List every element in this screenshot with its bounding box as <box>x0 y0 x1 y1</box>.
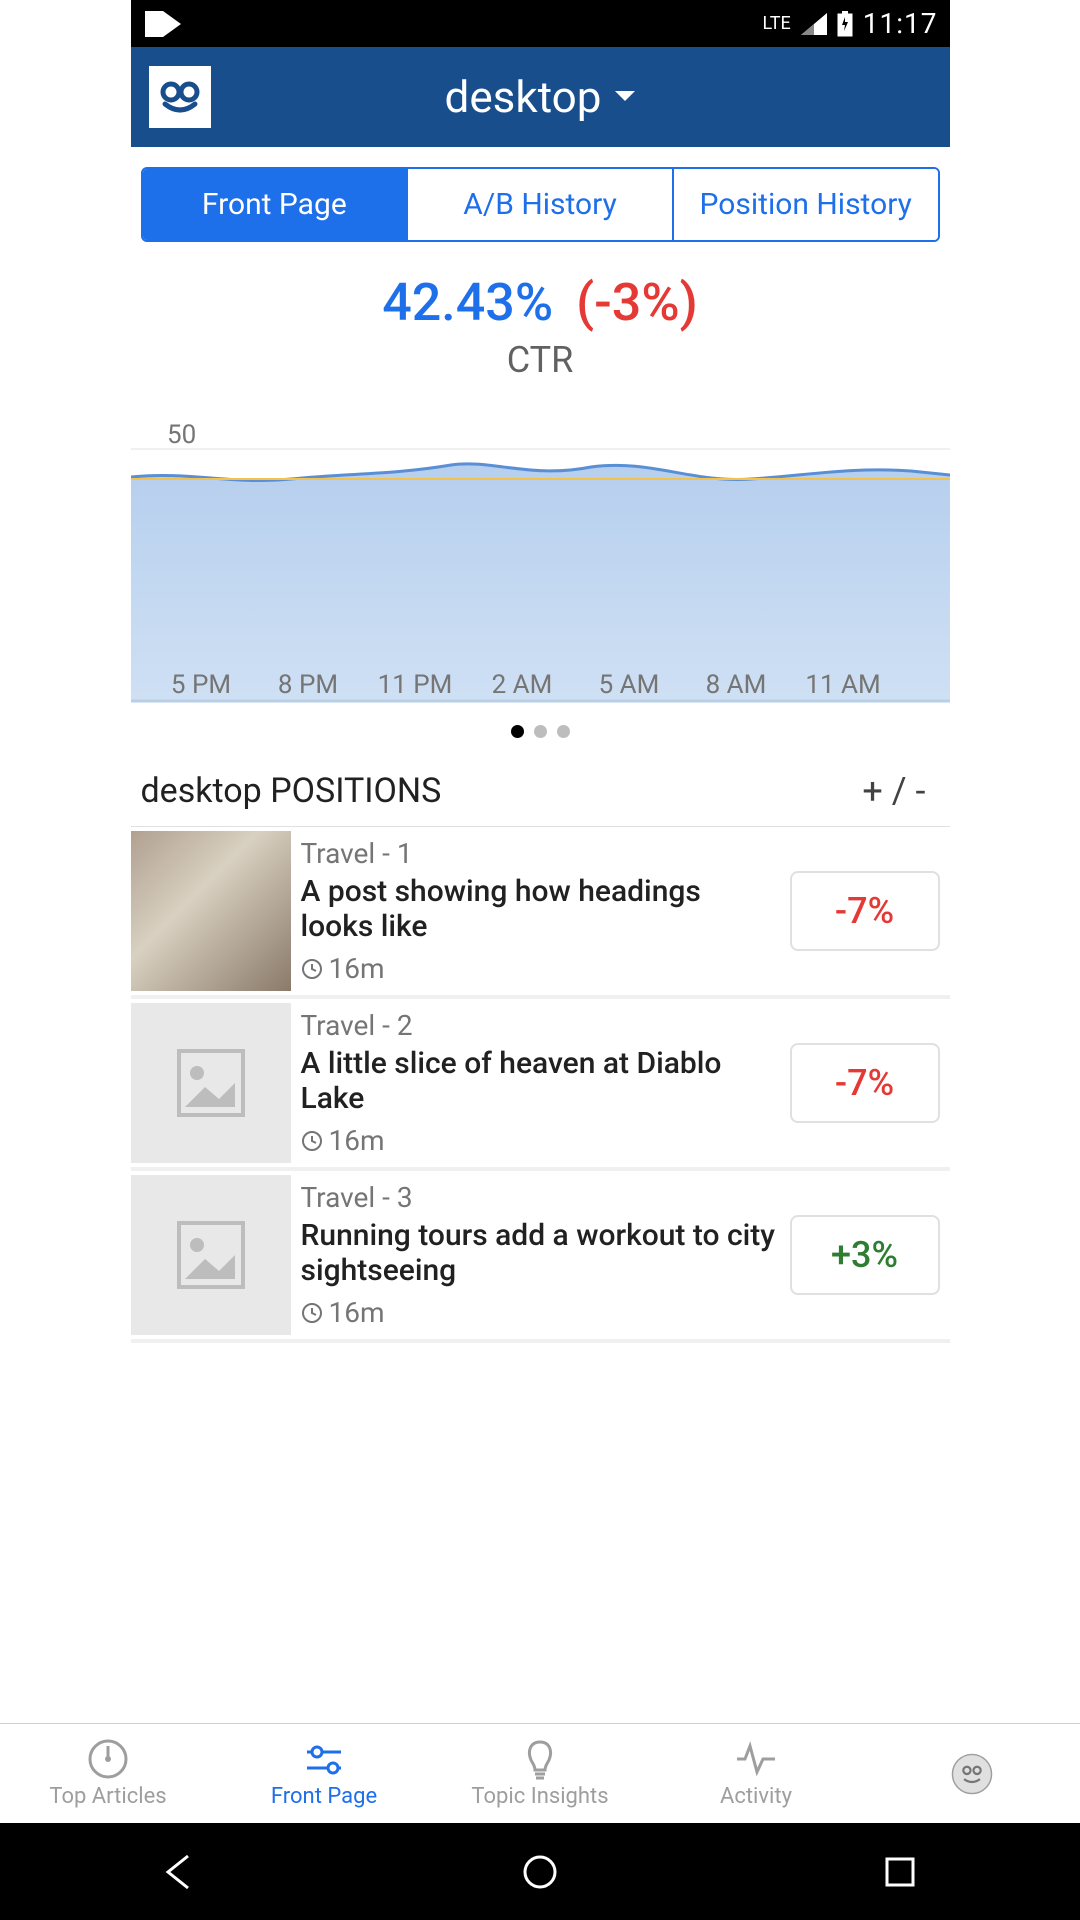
back-button[interactable] <box>150 1842 210 1902</box>
tab-label: Position History <box>700 187 912 222</box>
position-thumbnail <box>131 831 291 991</box>
position-change-badge: -7% <box>790 1043 940 1123</box>
x-tick: 5 AM <box>598 670 659 700</box>
positions-header: desktop POSITIONS + / - <box>131 752 950 827</box>
header-title-dropdown[interactable]: desktop <box>151 71 932 123</box>
nav-label: Front Page <box>271 1784 377 1809</box>
home-button[interactable] <box>510 1842 570 1902</box>
position-row[interactable]: Travel - 2 A little slice of heaven at D… <box>131 999 950 1171</box>
position-time-text: 16m <box>329 1124 385 1157</box>
app-header: desktop <box>131 47 950 147</box>
avatar-icon <box>951 1753 993 1795</box>
position-time: 16m <box>301 1296 780 1329</box>
positions-toggle[interactable]: + / - <box>862 770 939 812</box>
tab-label: Front Page <box>202 187 347 222</box>
nav-label: Topic Insights <box>471 1784 608 1809</box>
ctr-chart[interactable]: 50 40 30 20 10 5 PM 8 PM 11 PM 2 AM 5 AM… <box>131 401 950 711</box>
bulb-icon <box>519 1738 561 1780</box>
metric-label: CTR <box>131 339 950 381</box>
position-row[interactable]: Travel - 3 Running tours add a workout t… <box>131 1171 950 1343</box>
nav-label: Top Articles <box>49 1784 166 1809</box>
chevron-down-icon <box>613 89 637 105</box>
tab-position-history[interactable]: Position History <box>674 169 938 240</box>
positions-title: desktop POSITIONS <box>141 771 442 811</box>
x-tick: 2 AM <box>491 670 552 700</box>
page-dot[interactable] <box>511 725 524 738</box>
bottom-nav: Top Articles Front Page Topic Insights A… <box>0 1723 1080 1823</box>
lte-icon: LTE <box>763 13 791 34</box>
nav-front-page[interactable]: Front Page <box>216 1724 432 1823</box>
status-bar: LTE 11:17 <box>131 0 950 47</box>
position-category: Travel - 3 <box>301 1181 780 1214</box>
position-row[interactable]: Travel - 1 A post showing how headings l… <box>131 827 950 999</box>
segment-control: Front Page A/B History Position History <box>141 167 940 242</box>
tab-label: A/B History <box>463 187 617 222</box>
status-time: 11:17 <box>863 7 938 40</box>
page-dot[interactable] <box>534 725 547 738</box>
position-change-badge: +3% <box>790 1215 940 1295</box>
header-title-text: desktop <box>445 71 602 123</box>
x-tick: 11 PM <box>377 670 452 700</box>
android-nav-bar <box>0 1823 1080 1920</box>
gauge-icon <box>87 1738 129 1780</box>
x-tick: 8 AM <box>705 670 766 700</box>
metric-value: 42.43% <box>382 272 553 333</box>
page-indicator[interactable] <box>131 725 950 738</box>
position-category: Travel - 2 <box>301 1009 780 1042</box>
position-body: Travel - 1 A post showing how headings l… <box>301 827 780 995</box>
position-time: 16m <box>301 1124 780 1157</box>
status-notification-icon <box>143 9 183 39</box>
position-thumbnail <box>131 1175 291 1335</box>
position-time: 16m <box>301 952 780 985</box>
metric-change: (-3%) <box>576 272 698 333</box>
position-title: A little slice of heaven at Diablo Lake <box>301 1046 780 1116</box>
sliders-icon <box>303 1738 345 1780</box>
clock-icon <box>301 1130 323 1152</box>
nav-activity[interactable]: Activity <box>648 1724 864 1823</box>
activity-icon <box>735 1738 777 1780</box>
position-title: A post showing how headings looks like <box>301 874 780 944</box>
nav-profile[interactable] <box>864 1724 1080 1823</box>
position-body: Travel - 3 Running tours add a workout t… <box>301 1171 780 1339</box>
battery-icon <box>837 11 853 37</box>
position-title: Running tours add a workout to city sigh… <box>301 1218 780 1288</box>
clock-icon <box>301 958 323 980</box>
x-tick: 8 PM <box>277 670 337 700</box>
nav-top-articles[interactable]: Top Articles <box>0 1724 216 1823</box>
nav-topic-insights[interactable]: Topic Insights <box>432 1724 648 1823</box>
clock-icon <box>301 1302 323 1324</box>
y-tick: 50 <box>167 420 196 450</box>
position-thumbnail <box>131 1003 291 1163</box>
page-dot[interactable] <box>557 725 570 738</box>
position-time-text: 16m <box>329 1296 385 1329</box>
position-category: Travel - 1 <box>301 837 780 870</box>
position-body: Travel - 2 A little slice of heaven at D… <box>301 999 780 1167</box>
tab-front-page[interactable]: Front Page <box>143 169 409 240</box>
tab-ab-history[interactable]: A/B History <box>408 169 674 240</box>
x-tick: 5 PM <box>170 670 230 700</box>
nav-label: Activity <box>720 1784 792 1809</box>
metric-summary: 42.43% (-3%) CTR <box>131 272 950 381</box>
recent-button[interactable] <box>870 1842 930 1902</box>
signal-icon <box>801 13 827 35</box>
x-tick: 11 AM <box>805 670 880 700</box>
position-change-badge: -7% <box>790 871 940 951</box>
position-time-text: 16m <box>329 952 385 985</box>
